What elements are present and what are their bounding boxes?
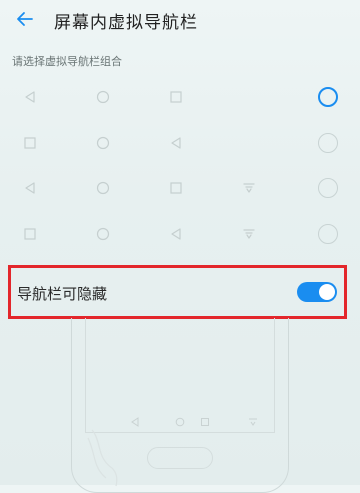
nav-option-1[interactable] bbox=[0, 74, 360, 120]
radio-button[interactable] bbox=[318, 224, 338, 244]
home-icon bbox=[88, 165, 118, 211]
phone-notification-icon bbox=[249, 418, 257, 426]
back-icon bbox=[161, 211, 191, 257]
hide-navbar-toggle[interactable] bbox=[297, 282, 337, 302]
phone-home-button bbox=[147, 447, 213, 469]
back-arrow-icon bbox=[17, 12, 33, 26]
recent-icon bbox=[161, 74, 191, 120]
home-icon bbox=[88, 120, 118, 166]
recent-icon bbox=[15, 211, 45, 257]
toggle-knob bbox=[319, 284, 335, 300]
hide-navbar-row[interactable]: 导航栏可隐藏 bbox=[8, 265, 347, 319]
back-icon bbox=[15, 165, 45, 211]
section-label: 请选择虚拟导航栏组合 bbox=[12, 55, 122, 68]
hand-gesture-icon bbox=[87, 429, 118, 487]
back-icon bbox=[161, 120, 191, 166]
recent-icon bbox=[161, 165, 191, 211]
nav-option-4[interactable] bbox=[0, 211, 360, 257]
notification-icon bbox=[234, 165, 264, 211]
home-icon bbox=[88, 211, 118, 257]
nav-option-2[interactable] bbox=[0, 120, 360, 166]
phone-home-icon bbox=[175, 417, 185, 427]
radio-button[interactable] bbox=[318, 133, 338, 153]
home-icon bbox=[88, 74, 118, 120]
phone-screen bbox=[85, 318, 275, 433]
back-button[interactable] bbox=[10, 4, 40, 34]
phone-back-icon bbox=[131, 417, 139, 427]
notification-icon bbox=[234, 211, 264, 257]
nav-option-3[interactable] bbox=[0, 165, 360, 211]
radio-button[interactable] bbox=[318, 178, 338, 198]
radio-button[interactable] bbox=[318, 87, 338, 107]
hide-navbar-label: 导航栏可隐藏 bbox=[17, 285, 108, 303]
page-title: 屏幕内虚拟导航栏 bbox=[54, 13, 198, 33]
recent-icon bbox=[15, 120, 45, 166]
back-icon bbox=[15, 74, 45, 120]
phone-recent-icon bbox=[201, 418, 209, 426]
header: 屏幕内虚拟导航栏 bbox=[0, 0, 360, 42]
